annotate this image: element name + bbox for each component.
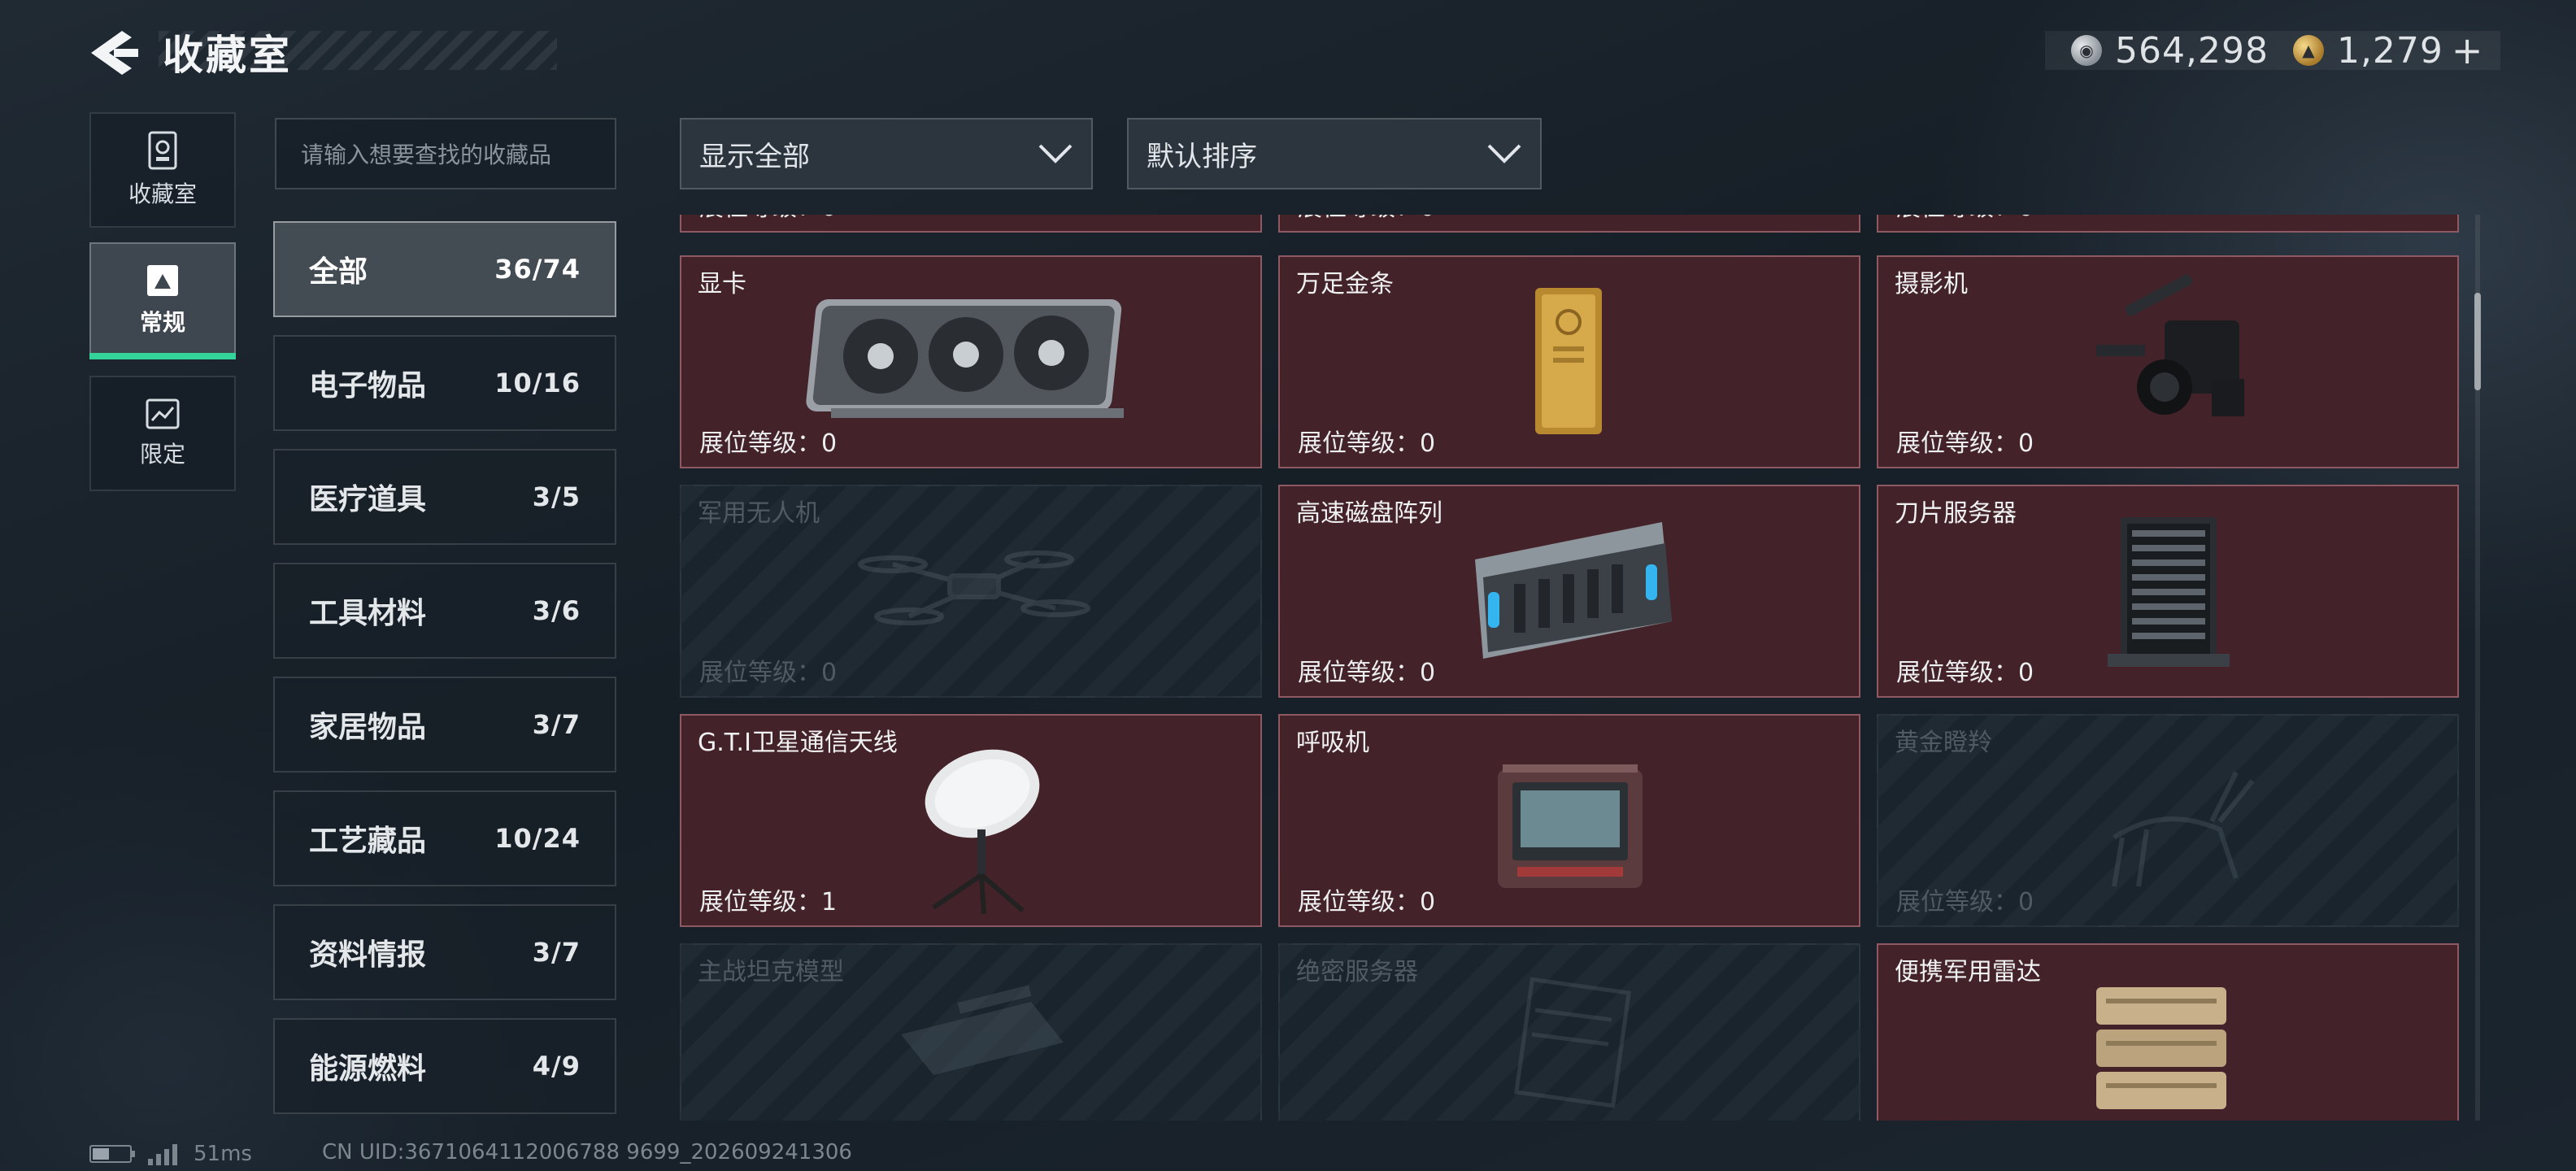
collection-card-video-camera[interactable]: 摄影机 展位等级：0 [1877, 255, 2459, 468]
chevron-down-icon [1487, 144, 1521, 163]
sort-value: 默认排序 [1147, 140, 1257, 173]
nav-collection-room[interactable]: 收藏室 [89, 112, 236, 228]
category-household[interactable]: 家居物品 3/7 [273, 677, 616, 773]
display-level: 展位等级：0 [1298, 888, 1436, 916]
item-name: 高速磁盘阵列 [1296, 499, 1442, 528]
user-uid: CN UID:3671064112006788 9699_20260924130… [322, 1140, 852, 1164]
item-name: 主战坦克模型 [698, 958, 844, 986]
collection-card-portable-radar[interactable]: 便携军用雷达 [1877, 943, 2459, 1121]
page-title: 收藏室 [163, 32, 292, 79]
add-currency-button[interactable]: + [2452, 28, 2483, 72]
nav-label: 限定 [139, 441, 185, 468]
category-count: 10/24 [494, 823, 581, 854]
category-name: 医疗道具 [309, 483, 427, 516]
display-filter-value: 显示全部 [699, 140, 810, 173]
limited-collection-icon [146, 398, 180, 429]
collection-grid: 展位等级：0 展位等级：0 展位等级：0 显卡 展位等级：0 万足金条 展位等级… [680, 215, 2462, 1121]
item-name: 摄影机 [1895, 270, 1968, 298]
chevron-down-icon [1038, 144, 1073, 163]
collection-card-partial[interactable]: 展位等级：0 [1877, 215, 2459, 233]
category-name: 全部 [309, 255, 368, 289]
item-name: 万足金条 [1296, 270, 1394, 298]
collection-card-satellite-antenna[interactable]: G.T.I卫星通信天线 展位等级：1 [680, 714, 1262, 927]
silver-balance: 564,298 [2115, 29, 2269, 72]
category-count: 3/7 [532, 937, 581, 968]
grid-scrollbar-thumb[interactable] [2474, 293, 2481, 390]
category-energy[interactable]: 能源燃料 4/9 [273, 1018, 616, 1114]
search-input[interactable]: 请输入想要查找的收藏品 [275, 118, 616, 189]
battery-icon [89, 1145, 135, 1163]
collection-card-tank-model[interactable]: 主战坦克模型 [680, 943, 1262, 1121]
collection-card-gold-bar[interactable]: 万足金条 展位等级：0 [1278, 255, 1860, 468]
ping-value: 51ms [194, 1142, 252, 1166]
collection-card-secret-server[interactable]: 绝密服务器 [1278, 943, 1860, 1121]
collection-card-ventilator[interactable]: 呼吸机 展位等级：0 [1278, 714, 1860, 927]
display-level: 展位等级：0 [699, 429, 838, 458]
category-count: 3/7 [532, 709, 581, 740]
category-tools[interactable]: 工具材料 3/6 [273, 563, 616, 659]
category-count: 36/74 [494, 254, 581, 285]
gold-coin-icon: ▲ [2292, 35, 2324, 66]
category-count: 3/6 [532, 595, 581, 626]
display-level: 展位等级：0 [1896, 215, 2034, 223]
signal-icon [148, 1144, 177, 1165]
category-name: 资料情报 [309, 938, 427, 972]
item-name: 呼吸机 [1296, 729, 1369, 757]
nav-regular[interactable]: 常规 [89, 242, 236, 358]
collection-card-graphics-card[interactable]: 显卡 展位等级：0 [680, 255, 1262, 468]
item-name: 刀片服务器 [1895, 499, 2017, 528]
category-name: 工艺藏品 [309, 825, 427, 858]
display-level: 展位等级：1 [699, 888, 838, 916]
display-level: 展位等级：0 [1896, 888, 2034, 916]
category-all[interactable]: 全部 36/74 [273, 221, 616, 317]
item-name: 显卡 [698, 270, 746, 298]
collection-card-disk-array[interactable]: 高速磁盘阵列 展位等级：0 [1278, 485, 1860, 698]
display-level: 展位等级：0 [1298, 429, 1436, 458]
back-button[interactable] [81, 24, 146, 81]
currency-bar: ◉ 564,298 ▲ 1,279 + [2045, 28, 2500, 72]
category-count: 3/5 [532, 481, 581, 512]
collection-card-golden-gazelle[interactable]: 黄金瞪羚 展位等级：0 [1877, 714, 2459, 927]
category-name: 能源燃料 [309, 1052, 427, 1086]
status-bar: 51ms [89, 1140, 252, 1168]
display-level: 展位等级：0 [699, 659, 838, 687]
gold-balance: 1,279 [2336, 29, 2443, 72]
category-electronics[interactable]: 电子物品 10/16 [273, 335, 616, 431]
collection-card-blade-server[interactable]: 刀片服务器 展位等级：0 [1877, 485, 2459, 698]
display-level: 展位等级：0 [699, 215, 837, 223]
nav-active-indicator [89, 353, 236, 359]
display-level: 展位等级：0 [1896, 429, 2034, 458]
item-name: 黄金瞪羚 [1895, 729, 1992, 757]
display-level: 展位等级：0 [1896, 659, 2034, 687]
back-arrow-icon [91, 31, 138, 75]
silver-coin-icon: ◉ [2071, 35, 2102, 66]
item-name: 军用无人机 [698, 499, 820, 528]
item-name: 绝密服务器 [1296, 958, 1418, 986]
category-count: 4/9 [532, 1051, 581, 1082]
item-name: G.T.I卫星通信天线 [698, 729, 898, 757]
nav-limited[interactable]: 限定 [89, 376, 236, 491]
collection-card-military-drone[interactable]: 军用无人机 展位等级：0 [680, 485, 1262, 698]
collection-card-partial[interactable]: 展位等级：0 [680, 215, 1262, 233]
collection-room-icon [148, 131, 177, 170]
sort-dropdown[interactable]: 默认排序 [1127, 118, 1542, 189]
category-intel[interactable]: 资料情报 3/7 [273, 904, 616, 1000]
regular-collection-icon [147, 265, 178, 296]
display-level: 展位等级：0 [1298, 659, 1436, 687]
category-medical[interactable]: 医疗道具 3/5 [273, 449, 616, 545]
display-level: 展位等级：0 [1298, 215, 1435, 223]
category-name: 家居物品 [309, 711, 427, 744]
category-name: 电子物品 [309, 369, 427, 403]
nav-label: 常规 [139, 309, 185, 336]
nav-label: 收藏室 [128, 181, 197, 207]
collection-card-partial[interactable]: 展位等级：0 [1278, 215, 1860, 233]
display-filter-dropdown[interactable]: 显示全部 [680, 118, 1093, 189]
category-crafts[interactable]: 工艺藏品 10/24 [273, 790, 616, 886]
item-name: 便携军用雷达 [1895, 958, 2041, 986]
category-name: 工具材料 [309, 597, 427, 630]
category-count: 10/16 [494, 368, 581, 398]
